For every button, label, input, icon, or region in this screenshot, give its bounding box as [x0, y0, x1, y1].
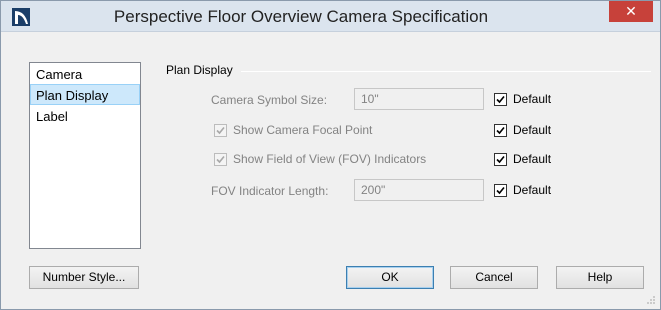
number-style-button[interactable]: Number Style... — [29, 266, 139, 289]
show-focal-point-checkbox[interactable] — [214, 124, 227, 137]
group-title: Plan Display — [166, 63, 233, 77]
window-title: Perspective Floor Overview Camera Specif… — [113, 7, 489, 26]
cancel-button[interactable]: Cancel — [450, 266, 538, 289]
show-focal-point-default-checkbox[interactable] — [494, 124, 507, 137]
fov-length-default-checkbox[interactable] — [494, 184, 507, 197]
fov-length-label: FOV Indicator Length: — [211, 184, 329, 198]
dialog-window: Perspective Floor Overview Camera Specif… — [0, 0, 661, 310]
close-button[interactable]: ✕ — [609, 1, 653, 22]
show-fov-default-label: Default — [513, 152, 552, 166]
group-divider — [241, 71, 651, 72]
show-fov-label: Show Field of View (FOV) Indicators — [233, 152, 427, 166]
category-list[interactable]: Camera Plan Display Label — [29, 62, 141, 249]
camera-symbol-size-default-checkbox[interactable] — [494, 93, 507, 106]
show-fov-checkbox[interactable] — [214, 153, 227, 166]
show-focal-point-default-label: Default — [513, 123, 552, 137]
camera-symbol-size-field[interactable]: 10" — [354, 88, 484, 110]
nav-item-plan-display[interactable]: Plan Display — [30, 84, 140, 105]
fov-length-default-label: Default — [513, 183, 552, 197]
camera-symbol-size-label: Camera Symbol Size: — [211, 93, 328, 107]
ok-button[interactable]: OK — [346, 266, 434, 289]
nav-item-camera[interactable]: Camera — [30, 63, 140, 84]
camera-symbol-size-default-label: Default — [513, 92, 552, 106]
nav-item-label[interactable]: Label — [30, 105, 140, 126]
show-focal-point-label: Show Camera Focal Point — [233, 123, 373, 137]
resize-grip-icon[interactable] — [646, 295, 656, 305]
help-button[interactable]: Help — [556, 266, 644, 289]
title-bar[interactable]: Perspective Floor Overview Camera Specif… — [1, 1, 660, 32]
show-fov-default-checkbox[interactable] — [494, 153, 507, 166]
fov-length-field[interactable]: 200" — [354, 179, 484, 201]
